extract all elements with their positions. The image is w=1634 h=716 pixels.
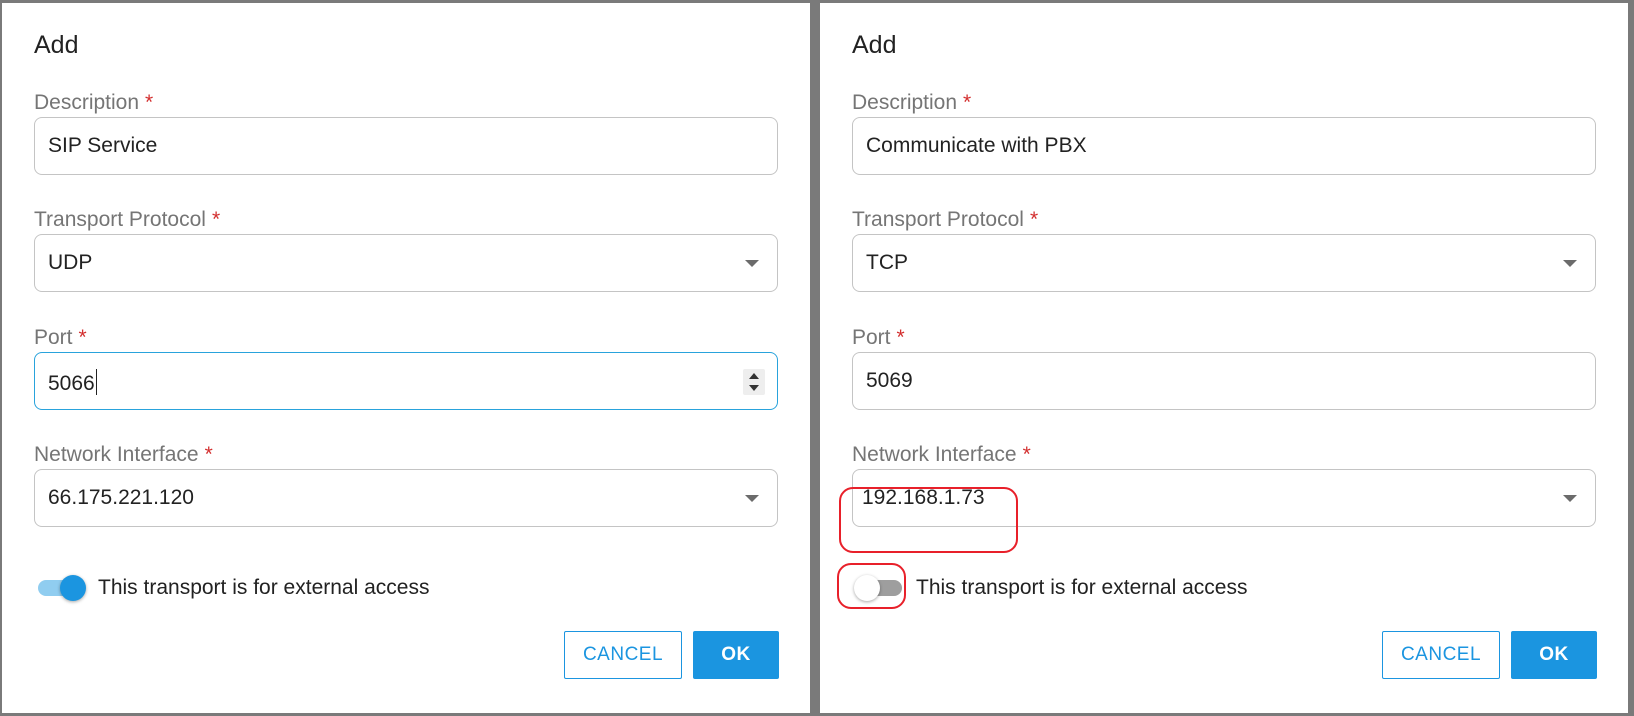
chevron-down-icon[interactable]	[745, 495, 759, 502]
spinner-down-icon[interactable]	[749, 385, 759, 391]
chevron-down-icon[interactable]	[745, 260, 759, 267]
description-label: Description *	[34, 91, 154, 114]
required-asterisk: *	[145, 91, 154, 114]
cancel-button[interactable]: CANCEL	[1382, 631, 1500, 679]
dialog-title: Add	[34, 31, 79, 59]
network-interface-label: Network Interface *	[34, 443, 213, 466]
toggle-thumb[interactable]	[854, 575, 880, 601]
network-interface-select[interactable]: 66.175.221.120	[34, 469, 778, 527]
spinner-up-icon[interactable]	[749, 373, 759, 379]
description-input[interactable]: Communicate with PBX	[852, 117, 1596, 175]
transport-protocol-label: Transport Protocol *	[34, 208, 221, 231]
number-spinner-icon[interactable]	[743, 369, 765, 395]
network-interface-select[interactable]: 192.168.1.73	[852, 469, 1596, 527]
port-value: 5066	[48, 369, 97, 396]
chevron-down-icon[interactable]	[1563, 260, 1577, 267]
transport-protocol-value: UDP	[48, 251, 93, 274]
port-label: Port *	[852, 326, 905, 349]
ok-button[interactable]: OK	[1511, 631, 1597, 679]
description-value: SIP Service	[48, 134, 158, 157]
transport-protocol-label: Transport Protocol *	[852, 208, 1039, 231]
external-access-toggle[interactable]	[854, 575, 904, 601]
required-asterisk: *	[896, 326, 905, 349]
transport-protocol-value: TCP	[866, 251, 908, 274]
external-access-label: This transport is for external access	[98, 576, 430, 599]
description-input[interactable]: SIP Service	[34, 117, 778, 175]
required-asterisk: *	[211, 208, 221, 231]
dialog-title: Add	[852, 31, 897, 59]
port-value: 5069	[866, 369, 913, 392]
external-access-label: This transport is for external access	[916, 576, 1248, 599]
external-access-toggle[interactable]	[36, 575, 86, 601]
add-transport-dialog-right: Add Description * Communicate with PBX Tr…	[820, 3, 1628, 713]
add-transport-dialog-left: Add Description * SIP Service Transport P…	[2, 3, 810, 713]
required-asterisk: *	[78, 326, 87, 349]
network-interface-value: 66.175.221.120	[48, 486, 194, 509]
port-input[interactable]: 5066	[34, 352, 778, 410]
toggle-thumb[interactable]	[60, 575, 86, 601]
description-label: Description *	[852, 91, 972, 114]
port-label: Port *	[34, 326, 87, 349]
required-asterisk: *	[1029, 208, 1039, 231]
description-value: Communicate with PBX	[866, 134, 1087, 157]
chevron-down-icon[interactable]	[1563, 495, 1577, 502]
required-asterisk: *	[963, 91, 972, 114]
required-asterisk: *	[1022, 443, 1031, 466]
cancel-button[interactable]: CANCEL	[564, 631, 682, 679]
text-cursor	[95, 369, 97, 395]
port-input[interactable]: 5069	[852, 352, 1596, 410]
ok-button[interactable]: OK	[693, 631, 779, 679]
transport-protocol-select[interactable]: UDP	[34, 234, 778, 292]
network-interface-label: Network Interface *	[852, 443, 1031, 466]
transport-protocol-select[interactable]: TCP	[852, 234, 1596, 292]
network-interface-value: 192.168.1.73	[862, 486, 985, 509]
required-asterisk: *	[204, 443, 213, 466]
